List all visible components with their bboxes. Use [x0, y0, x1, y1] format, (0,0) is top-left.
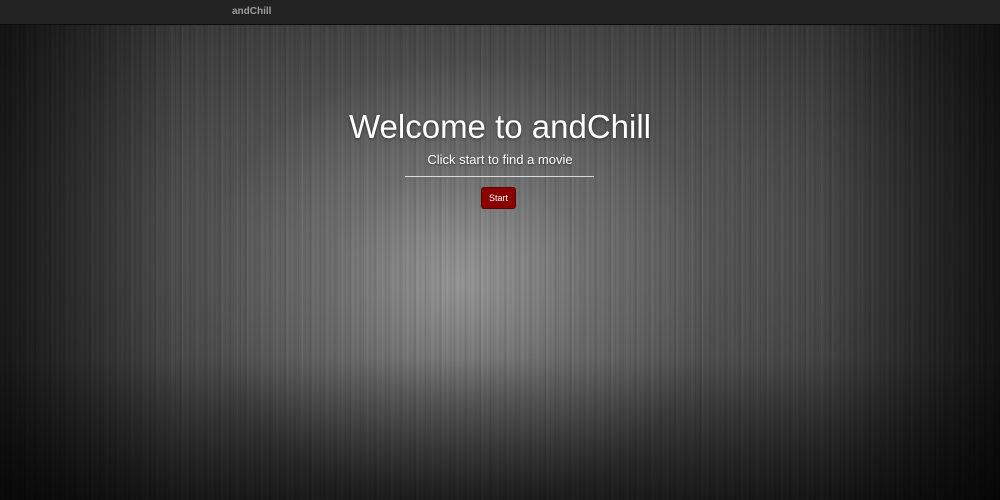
- hero-section: Welcome to andChill Click start to find …: [0, 25, 1000, 500]
- page-subtitle: Click start to find a movie: [427, 152, 573, 167]
- divider: [405, 176, 594, 177]
- page-title: Welcome to andChill: [348, 108, 652, 145]
- background-vignette: [0, 25, 1000, 500]
- background-texture: [0, 25, 1000, 500]
- start-button[interactable]: Start: [481, 187, 516, 209]
- navbar: andChill: [0, 0, 1000, 25]
- brand-link[interactable]: andChill: [232, 5, 271, 19]
